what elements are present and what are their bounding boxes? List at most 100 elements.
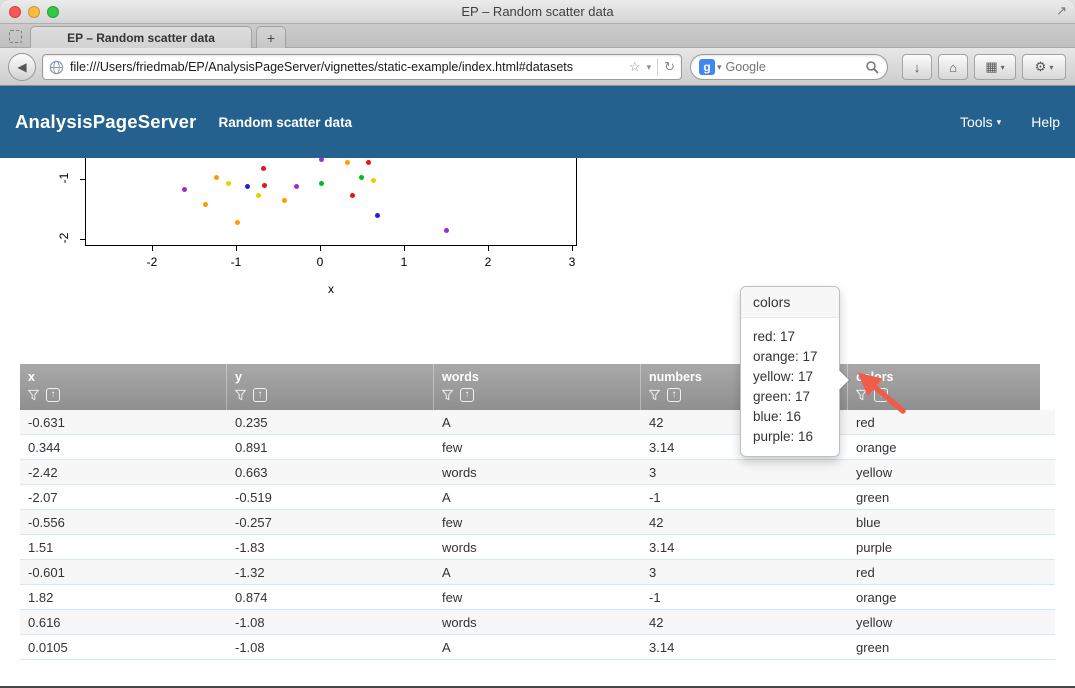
table-body: -0.6310.235A42red0.3440.891few3.14orange… (20, 410, 1055, 660)
help-link[interactable]: Help (1031, 114, 1060, 130)
y-tick-label: -1 (57, 170, 71, 186)
url-dropdown-icon[interactable]: ▾ (647, 62, 652, 73)
table-cell: words (434, 615, 641, 630)
home-button[interactable]: ⌂ (938, 54, 968, 80)
active-tab[interactable]: EP – Random scatter data (30, 26, 252, 48)
table-cell: 1.51 (20, 540, 227, 555)
tab-bar: EP – Random scatter data + (0, 24, 1075, 48)
column-header-x[interactable]: x↑ (20, 364, 227, 410)
header-icons: ↑ (28, 388, 226, 402)
table-cell: few (434, 515, 641, 530)
sort-icon[interactable]: ↑ (46, 388, 60, 402)
x-tick-label: -2 (137, 255, 167, 269)
window-title: EP – Random scatter data (0, 0, 1075, 24)
table-cell: yellow (848, 465, 1055, 480)
table-cell: -0.631 (20, 415, 227, 430)
new-tab-button[interactable]: + (256, 26, 286, 48)
help-label: Help (1031, 114, 1060, 130)
tools-menu-button[interactable]: ⚙ ▾ (1022, 54, 1066, 80)
x-tick (488, 246, 489, 251)
table-cell: 0.0105 (20, 640, 227, 655)
tab-label: EP – Random scatter data (67, 31, 215, 45)
tools-caret-icon: ▾ (997, 117, 1002, 128)
browser-window: EP – Random scatter data ↗ EP – Random s… (0, 0, 1075, 688)
sort-icon[interactable]: ↑ (667, 388, 681, 402)
table-cell: -1.08 (227, 615, 434, 630)
popover-title: colors (741, 287, 839, 318)
x-axis-label: x (316, 282, 346, 296)
column-header-y[interactable]: y↑ (227, 364, 434, 410)
scatter-point (226, 181, 231, 186)
search-engine-dropdown-icon[interactable]: ▾ (717, 62, 722, 73)
table-cell: -0.257 (227, 515, 434, 530)
table-cell: 3.14 (641, 540, 848, 555)
scatter-point (375, 213, 380, 218)
brand-link[interactable]: AnalysisPageServer (15, 111, 197, 133)
plot-panel: x -2-10123-1-2 (20, 158, 620, 360)
table-cell: 42 (641, 615, 848, 630)
close-button[interactable] (9, 6, 21, 18)
google-engine-icon[interactable]: g (699, 59, 715, 75)
back-button[interactable]: ◀ (8, 53, 36, 81)
filter-icon[interactable] (442, 389, 453, 401)
scatter-point (235, 220, 240, 225)
popover-line: yellow: 17 (753, 367, 827, 387)
window-titlebar: EP – Random scatter data ↗ (0, 0, 1075, 24)
column-header-words[interactable]: words↑ (434, 364, 641, 410)
table-cell: -2.42 (20, 465, 227, 480)
bookmarks-panel-button[interactable]: ▦ ▾ (974, 54, 1016, 80)
table-cell: 3 (641, 465, 848, 480)
table-cell: -1 (641, 590, 848, 605)
tab-groups-icon[interactable] (9, 30, 22, 43)
apps-icon: ▦ (985, 59, 997, 75)
zoom-button[interactable] (47, 6, 59, 18)
resize-icon[interactable]: ↗ (1056, 3, 1067, 19)
scatter-point (319, 158, 324, 162)
table-cell: -1 (641, 490, 848, 505)
tools-dropdown-icon: ▾ (1049, 63, 1053, 72)
scatter-point (262, 183, 267, 188)
table-cell: 0.344 (20, 440, 227, 455)
sort-icon[interactable]: ↑ (253, 388, 267, 402)
table-cell: few (434, 590, 641, 605)
table-row: 1.51-1.83words3.14purple (20, 535, 1055, 560)
popover-line: blue: 16 (753, 407, 827, 427)
downloads-button[interactable]: ↓ (902, 54, 932, 80)
scatter-point (359, 175, 364, 180)
y-tick (80, 239, 85, 240)
header-filler (1040, 364, 1055, 410)
tools-dropdown[interactable]: Tools ▾ (960, 114, 1001, 130)
url-input[interactable] (70, 60, 623, 74)
table-cell: A (434, 490, 641, 505)
scatter-point (214, 175, 219, 180)
search-icon[interactable] (865, 60, 879, 74)
search-input[interactable] (726, 60, 865, 74)
popover-line: green: 17 (753, 387, 827, 407)
table-cell: -1.08 (227, 640, 434, 655)
filter-icon[interactable] (235, 389, 246, 401)
filter-icon[interactable] (649, 389, 660, 401)
reload-icon[interactable]: ↻ (664, 59, 675, 75)
x-tick-label: 1 (389, 255, 419, 269)
scatter-point (319, 181, 324, 186)
scatter-point (444, 228, 449, 233)
x-tick (236, 246, 237, 251)
globe-icon (49, 60, 64, 75)
nav-item-random-scatter-data[interactable]: Random scatter data (219, 115, 353, 130)
minimize-button[interactable] (28, 6, 40, 18)
filter-icon[interactable] (28, 389, 39, 401)
search-bar[interactable]: g ▾ (690, 54, 888, 80)
table-row: 0.3440.891few3.14orange (20, 435, 1055, 460)
scatter-point (371, 178, 376, 183)
table-cell: words (434, 540, 641, 555)
tools-label: Tools (960, 114, 993, 130)
url-separator (657, 58, 658, 76)
bookmark-star-icon[interactable]: ☆ (629, 59, 641, 75)
sort-icon[interactable]: ↑ (460, 388, 474, 402)
table-cell: orange (848, 590, 1055, 605)
table-row: -0.556-0.257few42blue (20, 510, 1055, 535)
url-bar[interactable]: ☆ ▾ ↻ (42, 54, 682, 80)
browser-toolbar: ◀ ☆ ▾ ↻ g ▾ ↓ ⌂ (0, 48, 1075, 86)
scatter-point (182, 187, 187, 192)
popover-line: red: 17 (753, 327, 827, 347)
